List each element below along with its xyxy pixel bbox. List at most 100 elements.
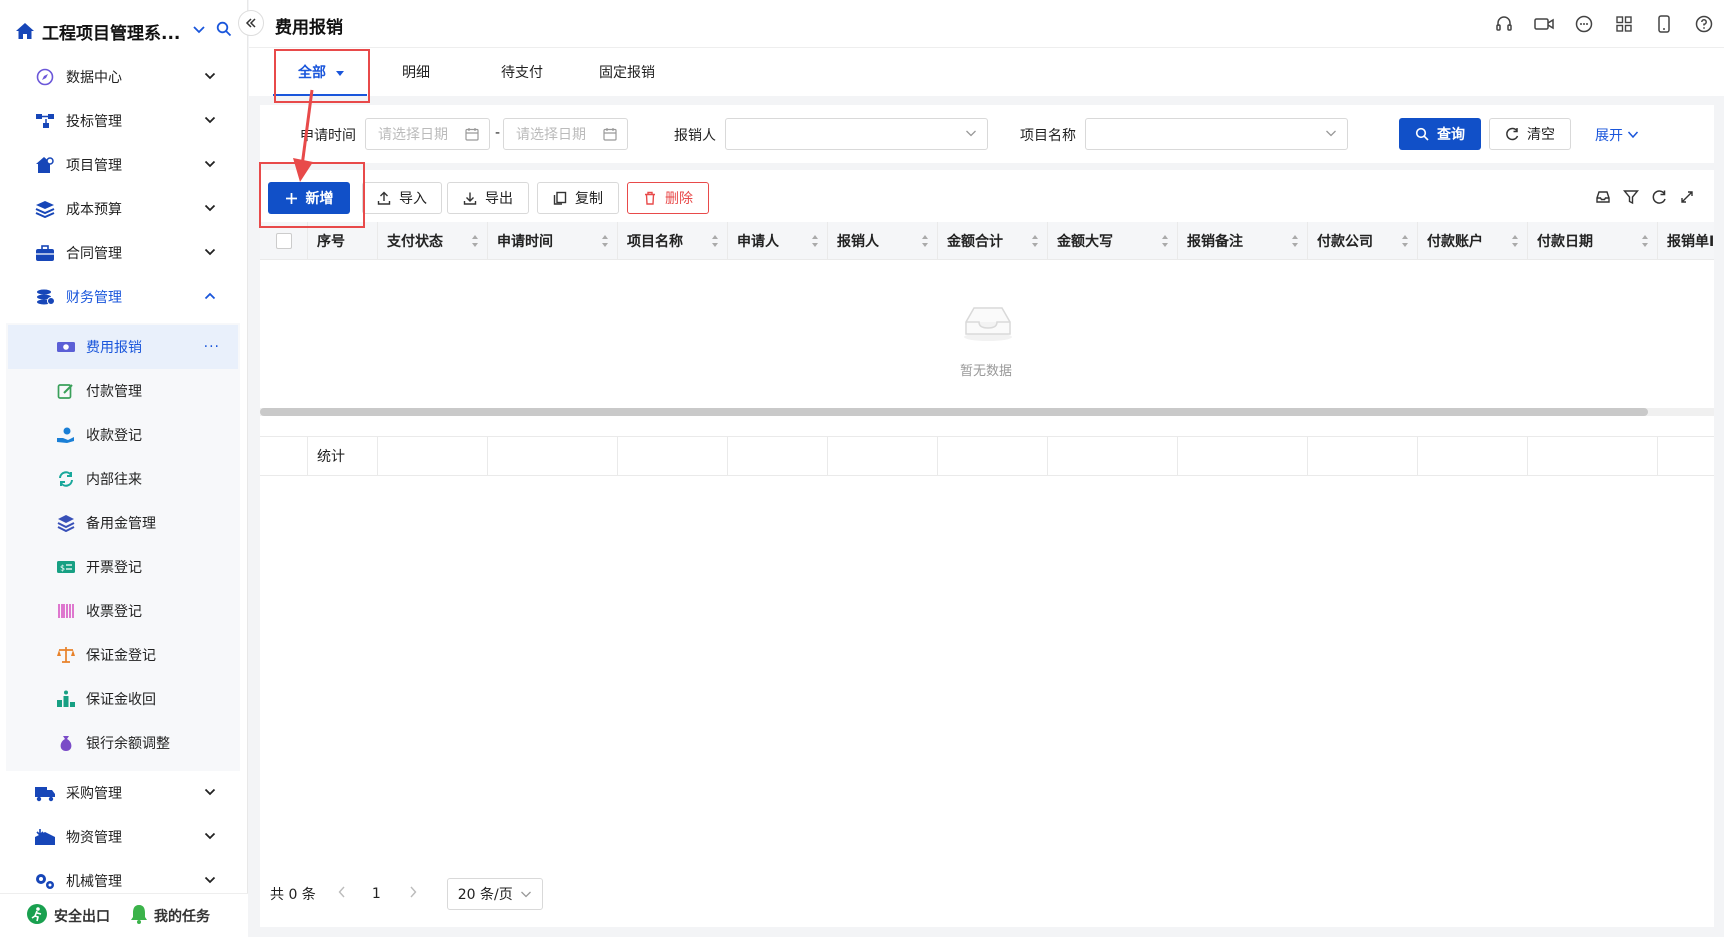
col-header[interactable]: 申请人 [728, 222, 828, 260]
summary-cell [260, 437, 308, 475]
col-header[interactable]: 项目名称 [618, 222, 728, 260]
page-size-select[interactable]: 20 条/页 [446, 878, 543, 910]
reimburser-label: 报销人 [674, 128, 716, 144]
delete-button[interactable]: 删除 [627, 182, 709, 214]
col-header[interactable]: 支付状态 [378, 222, 488, 260]
tab-bar: 全部 明细 待支付 固定报销 [249, 48, 1724, 96]
sidebar-item-expense[interactable]: 费用报销 ··· [8, 325, 238, 369]
tab-detail[interactable]: 明细 [402, 62, 430, 82]
video-icon[interactable] [1534, 14, 1554, 34]
headset-icon[interactable] [1494, 14, 1514, 34]
query-button[interactable]: 查询 [1399, 118, 1481, 150]
sidebar: 工程项目管理系... 数据中心 投标管理 项目管理 成本预算 合同管理 财务管理… [0, 0, 248, 937]
chevron-down-icon [1627, 131, 1639, 139]
sidebar-item-bidding[interactable]: 投标管理 [0, 99, 248, 143]
exit-label: 安全出口 [54, 908, 110, 925]
brand[interactable]: 工程项目管理系... [14, 16, 244, 46]
export-label: 导出 [485, 191, 513, 207]
chevron-down-icon [965, 127, 977, 143]
tab-fixed-expense[interactable]: 固定报销 [599, 62, 655, 82]
invoice-icon: $ [56, 557, 76, 577]
select-all-checkbox[interactable] [275, 233, 292, 249]
sidebar-item-budget[interactable]: 成本预算 [0, 187, 248, 231]
sidebar-item-invoice-issue[interactable]: $ 开票登记 [6, 545, 240, 589]
chevron-down-icon [202, 872, 218, 888]
content-panel: 新增 导入 导出 复制 删除 序号 支付状态 申请时间 项目名称 申请人 报销人 [260, 170, 1714, 927]
sort-icon [1402, 235, 1408, 247]
delete-label: 删除 [665, 191, 693, 207]
sidebar-item-label: 费用报销 [86, 340, 142, 356]
col-header[interactable]: 申请时间 [488, 222, 618, 260]
copy-button[interactable]: 复制 [537, 182, 619, 214]
col-header[interactable]: 金额大写 [1048, 222, 1178, 260]
col-header[interactable]: 付款公司 [1308, 222, 1418, 260]
exit-button[interactable]: 安全出口 [26, 903, 110, 929]
mobile-icon[interactable] [1654, 14, 1674, 34]
import-button[interactable]: 导入 [362, 182, 442, 214]
sidebar-item-project[interactable]: 项目管理 [0, 143, 248, 187]
col-header[interactable]: 报销单ID [1658, 222, 1714, 260]
project-name-select[interactable] [1085, 118, 1348, 150]
gears-icon [34, 870, 56, 892]
more-icon[interactable]: ··· [204, 339, 220, 355]
chevron-down-icon[interactable] [192, 23, 206, 39]
start-date-input[interactable]: 请选择日期 [365, 118, 490, 150]
sidebar-item-bank-adjust[interactable]: 银行余额调整 [6, 721, 240, 765]
copy-icon [553, 191, 567, 205]
sidebar-item-finance[interactable]: 财务管理 [0, 275, 248, 319]
sidebar-item-invoice-receive[interactable]: 收票登记 [6, 589, 240, 633]
col-header[interactable]: 金额合计 [938, 222, 1048, 260]
help-icon[interactable] [1694, 14, 1714, 34]
chevron-down-icon [1325, 127, 1337, 143]
bell-icon [130, 904, 148, 928]
end-date-input[interactable]: 请选择日期 [503, 118, 628, 150]
sidebar-item-internal[interactable]: 内部往来 [6, 457, 240, 501]
collapse-sidebar-button[interactable] [238, 10, 264, 36]
clear-button[interactable]: 清空 [1489, 118, 1571, 150]
current-page[interactable]: 1 [372, 886, 381, 902]
chat-icon[interactable] [1574, 14, 1594, 34]
sidebar-item-payment[interactable]: 付款管理 [6, 369, 240, 413]
summary-cell [1418, 437, 1528, 475]
tab-pending-payment[interactable]: 待支付 [501, 62, 543, 82]
money-bag-icon [56, 733, 76, 753]
sidebar-item-purchase[interactable]: 采购管理 [0, 771, 248, 815]
summary-cell [1528, 437, 1658, 475]
inbox-icon[interactable] [1594, 188, 1612, 206]
empty-text: 暂无数据 [960, 364, 1013, 379]
export-button[interactable]: 导出 [447, 182, 529, 214]
col-header-label: 申请时间 [497, 234, 553, 250]
summary-cell [618, 437, 728, 475]
search-icon[interactable] [216, 21, 232, 41]
fullscreen-icon[interactable] [1678, 188, 1696, 206]
upload-icon [377, 191, 391, 205]
sidebar-item-deposit[interactable]: 保证金登记 [6, 633, 240, 677]
total-count: 共 0 条 [270, 887, 316, 903]
page-title: 费用报销 [275, 18, 343, 38]
finance-submenu: 费用报销 ··· 付款管理 收款登记 内部往来 备用金管理 $ 开票登记 收票登… [6, 323, 240, 771]
sidebar-item-materials[interactable]: 物资管理 [0, 815, 248, 859]
horizontal-scrollbar[interactable] [260, 408, 1648, 416]
sidebar-item-contract[interactable]: 合同管理 [0, 231, 248, 275]
col-header-label: 报销单ID [1667, 234, 1714, 250]
refresh-icon[interactable] [1650, 188, 1668, 206]
next-page-icon[interactable] [409, 886, 417, 902]
col-header-label: 报销备注 [1187, 234, 1243, 250]
prev-page-icon[interactable] [338, 886, 346, 902]
col-header[interactable]: 报销人 [828, 222, 938, 260]
sidebar-item-label: 收票登记 [86, 604, 142, 620]
col-header[interactable]: 报销备注 [1178, 222, 1308, 260]
filter-icon[interactable] [1622, 188, 1640, 206]
sidebar-item-data-center[interactable]: 数据中心 [0, 55, 248, 99]
reimburser-select[interactable] [725, 118, 988, 150]
sidebar-item-receipt[interactable]: 收款登记 [6, 413, 240, 457]
sidebar-item-petty-cash[interactable]: 备用金管理 [6, 501, 240, 545]
summary-cell [938, 437, 1048, 475]
grid-icon[interactable] [1614, 14, 1634, 34]
sidebar-item-deposit-return[interactable]: 保证金收回 [6, 677, 240, 721]
expand-link[interactable]: 展开 [1595, 125, 1639, 145]
col-header[interactable]: 付款日期 [1528, 222, 1658, 260]
col-header[interactable]: 付款账户 [1418, 222, 1528, 260]
my-tasks-button[interactable]: 我的任务 [130, 904, 210, 928]
filter-bar: 申请时间 请选择日期 - 请选择日期 报销人 项目名称 查询 清空 展开 [260, 105, 1714, 163]
